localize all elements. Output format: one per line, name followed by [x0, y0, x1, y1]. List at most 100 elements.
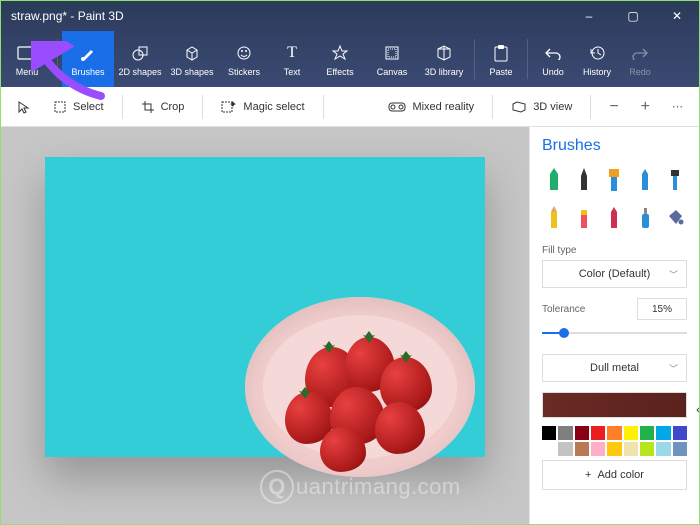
brush-spray[interactable] — [633, 203, 657, 233]
color-swatch[interactable] — [673, 442, 687, 456]
ribbon-3d-library[interactable]: 3D library — [418, 31, 470, 87]
toolbar-separator — [323, 95, 324, 119]
menu-button[interactable]: Menu — [1, 31, 53, 87]
text-icon: T — [287, 42, 297, 64]
color-swatch[interactable] — [673, 426, 687, 440]
magic-select-tool[interactable]: Magic select — [213, 93, 312, 121]
color-swatch[interactable] — [640, 442, 654, 456]
brush-grid — [542, 165, 687, 233]
ribbon-undo[interactable]: Undo — [532, 31, 574, 87]
color-swatch[interactable] — [607, 426, 621, 440]
color-swatch[interactable] — [624, 442, 638, 456]
canvas-image[interactable] — [45, 157, 485, 457]
material-select[interactable]: Dull metal ﹀ — [542, 354, 687, 382]
ribbon-redo: Redo — [620, 31, 660, 87]
tolerance-slider[interactable] — [542, 326, 687, 340]
ribbon-effects[interactable]: Effects — [314, 31, 366, 87]
mixed-reality-label: Mixed reality — [412, 101, 474, 113]
brush-icon — [79, 42, 97, 64]
brush-fill[interactable] — [663, 203, 687, 233]
canvas-area[interactable] — [1, 127, 529, 524]
ribbon-stickers[interactable]: Stickers — [218, 31, 270, 87]
brush-crayon[interactable] — [602, 203, 626, 233]
brush-watercolor[interactable] — [633, 165, 657, 195]
ribbon-separator — [474, 39, 475, 79]
watermark: Q uantrimang.com — [260, 470, 461, 504]
fill-type-label: Fill type — [542, 245, 687, 256]
magic-select-icon — [221, 100, 237, 114]
add-color-button[interactable]: + Add color — [542, 460, 687, 490]
fill-type-select[interactable]: Color (Default) ﹀ — [542, 260, 687, 288]
view-3d-label: 3D view — [533, 101, 572, 113]
color-swatch[interactable] — [624, 426, 638, 440]
mixed-reality-tool[interactable]: Mixed reality — [380, 93, 482, 121]
sub-toolbar: Select Crop Magic select Mixed reality 3… — [1, 87, 699, 127]
ribbon-canvas[interactable]: Canvas — [366, 31, 418, 87]
current-color-swatch[interactable] — [542, 392, 687, 418]
ribbon-label: 3D library — [425, 67, 464, 77]
color-swatch[interactable] — [591, 426, 605, 440]
window-maximize-button[interactable]: ▢ — [611, 1, 655, 31]
crop-icon — [141, 100, 155, 114]
ribbon-label: Undo — [542, 67, 564, 77]
ribbon-separator — [527, 39, 528, 79]
redo-icon — [631, 42, 649, 64]
toolbar-separator — [590, 95, 591, 119]
ribbon-label: Brushes — [71, 67, 104, 77]
brush-calligraphy[interactable] — [572, 165, 596, 195]
brush-pixel[interactable] — [663, 165, 687, 195]
ribbon-2d-shapes[interactable]: 2D shapes — [114, 31, 166, 87]
brush-marker[interactable] — [542, 165, 566, 195]
color-swatch[interactable] — [656, 426, 670, 440]
select-tool[interactable]: Select — [45, 93, 112, 121]
3d-view-tool[interactable]: 3D view — [503, 93, 580, 121]
tolerance-value[interactable]: 15% — [637, 298, 687, 320]
zoom-in-button[interactable]: + — [633, 93, 658, 121]
tolerance-label: Tolerance — [542, 304, 585, 315]
ribbon-label: Canvas — [377, 67, 408, 77]
paste-icon — [493, 42, 509, 64]
toolbar-separator — [122, 95, 123, 119]
shapes-3d-icon — [183, 42, 201, 64]
color-swatch[interactable] — [558, 426, 572, 440]
brush-pencil[interactable] — [542, 203, 566, 233]
ribbon-3d-shapes[interactable]: 3D shapes — [166, 31, 218, 87]
color-swatch[interactable] — [575, 442, 589, 456]
color-swatch[interactable] — [558, 442, 572, 456]
ribbon-label: 3D shapes — [170, 67, 213, 77]
color-swatch[interactable] — [591, 442, 605, 456]
zoom-out-button[interactable]: − — [601, 93, 626, 121]
menu-icon — [17, 42, 37, 64]
ribbon-brushes[interactable]: Brushes — [62, 31, 114, 87]
color-swatch[interactable] — [607, 442, 621, 456]
menu-label: Menu — [16, 67, 39, 77]
brush-oil[interactable] — [602, 165, 626, 195]
ribbon-label: Stickers — [228, 67, 260, 77]
color-swatch[interactable] — [640, 426, 654, 440]
ribbon-history[interactable]: History — [574, 31, 620, 87]
color-swatch[interactable] — [575, 426, 589, 440]
more-button[interactable]: ⋯ — [664, 93, 691, 121]
ribbon-text[interactable]: T Text — [270, 31, 314, 87]
eyedropper-icon — [694, 397, 699, 413]
window-minimize-button[interactable]: – — [567, 1, 611, 31]
select-label: Select — [73, 101, 104, 113]
watermark-text: uantrimang.com — [296, 474, 461, 500]
toolbar-separator — [202, 95, 203, 119]
watermark-logo: Q — [260, 470, 294, 504]
add-color-label: Add color — [597, 469, 643, 481]
crop-tool[interactable]: Crop — [133, 93, 193, 121]
pointer-icon — [17, 100, 31, 114]
material-value: Dull metal — [590, 362, 639, 374]
ribbon-paste[interactable]: Paste — [479, 31, 523, 87]
pointer-tool[interactable] — [9, 93, 39, 121]
window-close-button[interactable]: ✕ — [655, 1, 699, 31]
chevron-down-icon: ﹀ — [669, 268, 678, 281]
color-swatch[interactable] — [542, 442, 556, 456]
color-swatch[interactable] — [656, 442, 670, 456]
brush-eraser[interactable] — [572, 203, 596, 233]
chevron-down-icon: ﹀ — [669, 362, 678, 375]
color-swatch[interactable] — [542, 426, 556, 440]
eyedropper-button[interactable] — [691, 394, 699, 416]
canvas-icon — [383, 42, 401, 64]
